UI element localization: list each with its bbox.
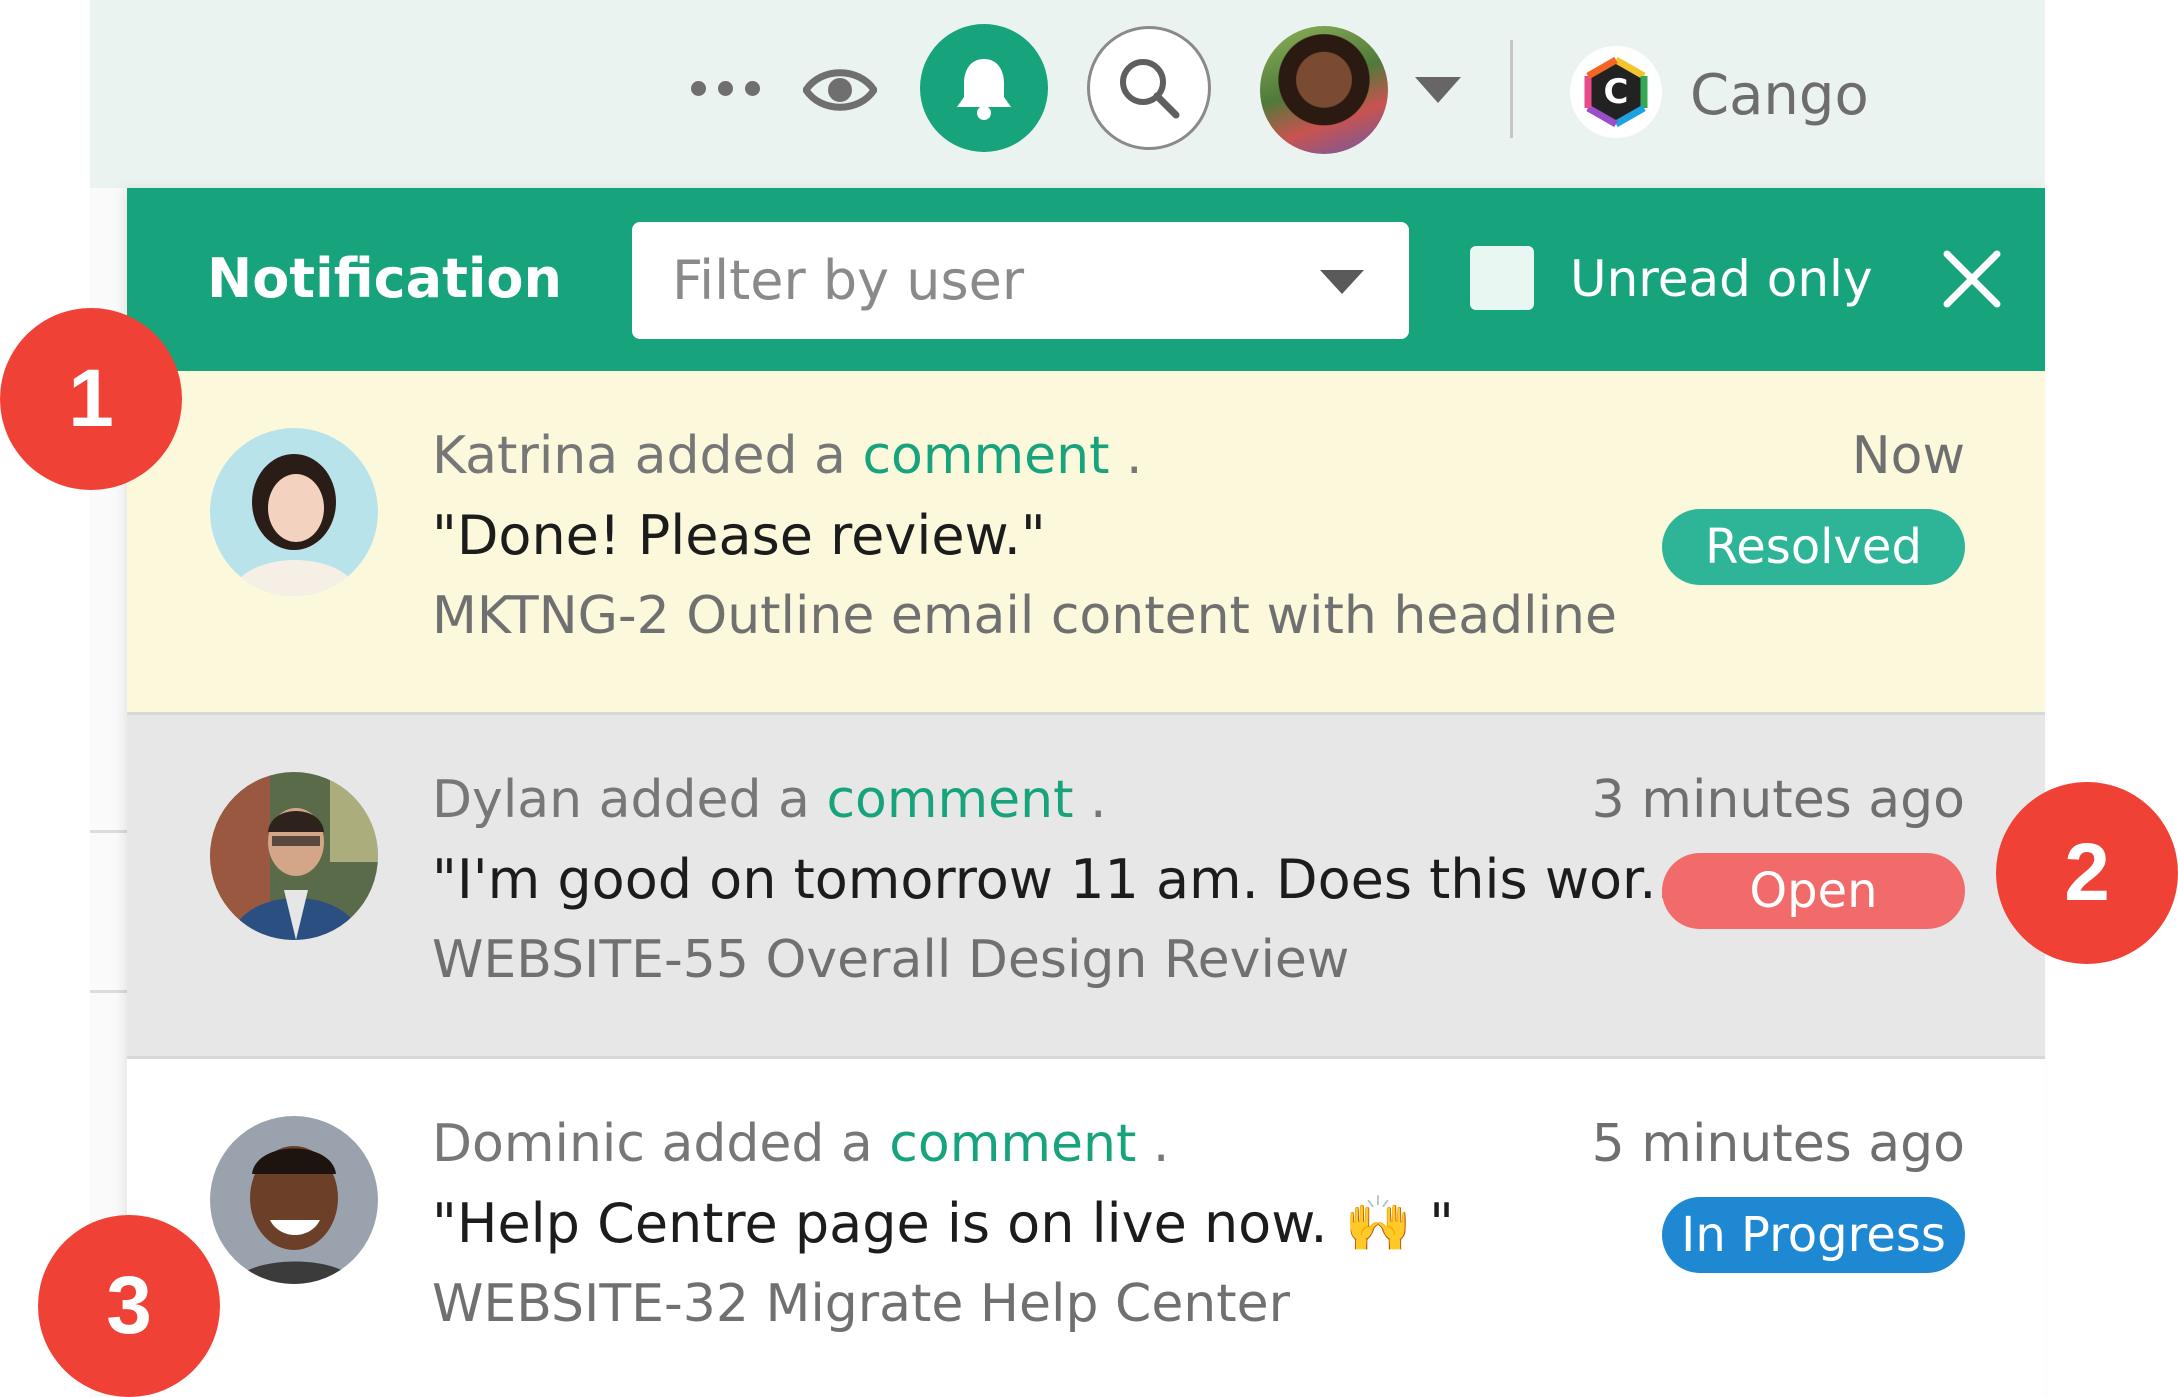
more-horizontal-icon[interactable] xyxy=(660,58,790,118)
search-icon xyxy=(1120,59,1180,119)
notification-suffix: . xyxy=(1109,426,1143,486)
notification-suffix: . xyxy=(1136,1114,1170,1174)
chevron-down-icon xyxy=(1320,270,1364,294)
toolbar-divider xyxy=(1510,40,1513,138)
notifications-button[interactable] xyxy=(920,24,1048,152)
panel-title: Notification xyxy=(207,247,562,310)
filter-placeholder: Filter by user xyxy=(672,249,1025,312)
notification-time: 3 minutes ago xyxy=(1591,770,1965,830)
notification-item[interactable]: Katrina added a comment . "Done! Please … xyxy=(127,371,2045,715)
filter-by-user-select[interactable]: Filter by user xyxy=(632,222,1409,339)
notification-issue[interactable]: WEBSITE-32 Migrate Help Center xyxy=(432,1269,1290,1339)
notification-summary: Dylan added a comment . xyxy=(432,765,1107,835)
status-badge: Resolved xyxy=(1662,509,1965,585)
notification-summary: Katrina added a comment . xyxy=(432,421,1143,491)
user-avatar[interactable] xyxy=(1260,26,1388,154)
unread-only-label[interactable]: Unread only xyxy=(1570,234,1873,324)
divider xyxy=(90,990,128,993)
notification-issue[interactable]: MKTNG-2 Outline email content with headl… xyxy=(432,581,1617,651)
notification-time: 5 minutes ago xyxy=(1591,1114,1965,1174)
workspace-logo-letter: C xyxy=(1604,72,1629,112)
notification-item[interactable]: Dominic added a comment . "Help Centre p… xyxy=(127,1059,2045,1397)
notification-message: "Done! Please review." xyxy=(432,504,1046,567)
comment-link[interactable]: comment xyxy=(826,770,1073,830)
callout-marker-2: 2 xyxy=(1996,782,2178,964)
notification-action: added a xyxy=(644,1114,890,1174)
notification-header: Notification Filter by user Unread only xyxy=(127,188,2045,371)
user-avatar xyxy=(210,428,378,596)
notification-user: Dominic xyxy=(432,1114,645,1174)
unread-only-checkbox[interactable] xyxy=(1470,246,1534,310)
notification-summary: Dominic added a comment . xyxy=(432,1109,1169,1179)
status-badge: Open xyxy=(1662,853,1965,929)
notification-user: Katrina xyxy=(432,426,619,486)
notification-time: Now xyxy=(1851,426,1965,486)
eye-icon[interactable] xyxy=(795,50,885,130)
comment-link[interactable]: comment xyxy=(862,426,1109,486)
notification-message: "Help Centre page is on live now. 🙌 " xyxy=(432,1192,1454,1255)
user-avatar xyxy=(210,772,378,940)
comment-link[interactable]: comment xyxy=(889,1114,1136,1174)
user-avatar xyxy=(210,1116,378,1284)
divider xyxy=(90,830,128,833)
notification-user: Dylan xyxy=(432,770,583,830)
notification-action: added a xyxy=(618,426,863,486)
workspace-logo[interactable]: C xyxy=(1570,46,1662,138)
close-icon[interactable] xyxy=(1937,244,2007,314)
top-bar: C Cango xyxy=(90,0,2045,188)
status-badge: In Progress xyxy=(1662,1197,1965,1273)
screenshot-stage: m xyxy=(0,0,2178,1397)
bell-icon xyxy=(957,59,1011,120)
callout-marker-1: 1 xyxy=(0,308,182,490)
notification-item[interactable]: Dylan added a comment . "I'm good on tom… xyxy=(127,715,2045,1059)
notification-message: "I'm good on tomorrow 11 am. Does this w… xyxy=(432,848,1691,911)
workspace-name[interactable]: Cango xyxy=(1690,50,1869,140)
chevron-down-icon[interactable] xyxy=(1408,70,1468,110)
callout-marker-3: 3 xyxy=(38,1215,220,1397)
apps-grid-icon[interactable] xyxy=(1915,58,1991,134)
notification-panel: Notification Filter by user Unread only xyxy=(127,188,2045,1397)
notification-suffix: . xyxy=(1073,770,1107,830)
notification-action: added a xyxy=(582,770,827,830)
notification-issue[interactable]: WEBSITE-55 Overall Design Review xyxy=(432,925,1349,995)
search-button[interactable] xyxy=(1087,26,1211,150)
